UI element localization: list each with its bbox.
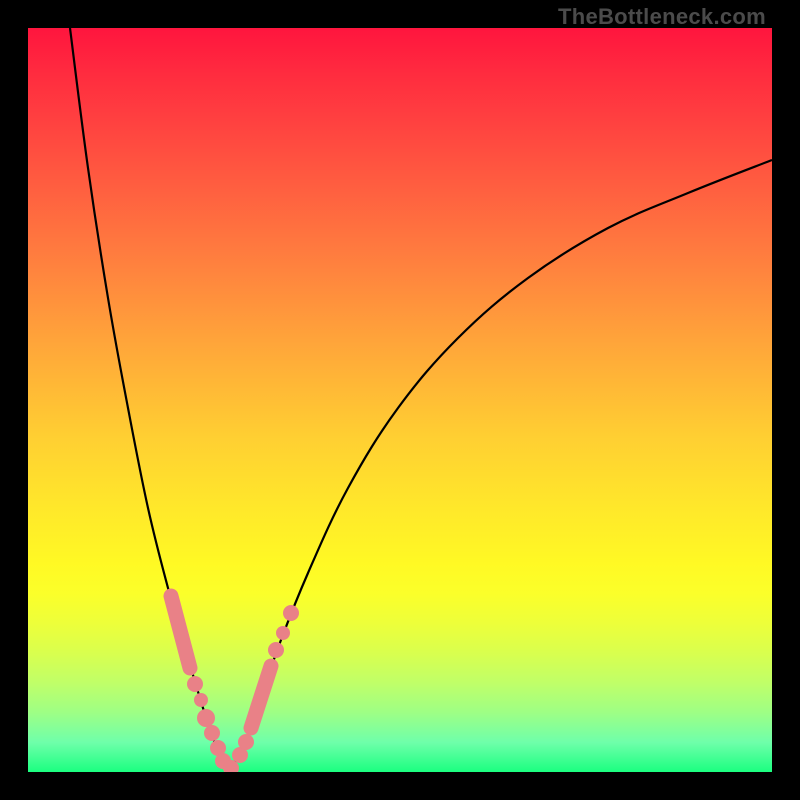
chart-frame: TheBottleneck.com bbox=[0, 0, 800, 800]
watermark-text: TheBottleneck.com bbox=[558, 4, 766, 30]
curve-overlay bbox=[28, 28, 772, 772]
marker-dot bbox=[197, 709, 215, 727]
bottleneck-curve-left bbox=[70, 28, 228, 772]
marker-dot bbox=[238, 734, 254, 750]
marker-dot bbox=[268, 642, 284, 658]
marker-segment bbox=[171, 596, 190, 668]
marker-segment bbox=[251, 666, 271, 728]
marker-dot bbox=[283, 605, 299, 621]
marker-dot bbox=[276, 626, 290, 640]
marker-dot bbox=[204, 725, 220, 741]
bottleneck-curve-right bbox=[228, 160, 772, 772]
marker-dot bbox=[194, 693, 208, 707]
marker-dot bbox=[187, 676, 203, 692]
marker-dots-group bbox=[187, 605, 299, 772]
plot-area bbox=[28, 28, 772, 772]
marker-segments-group bbox=[171, 596, 271, 728]
